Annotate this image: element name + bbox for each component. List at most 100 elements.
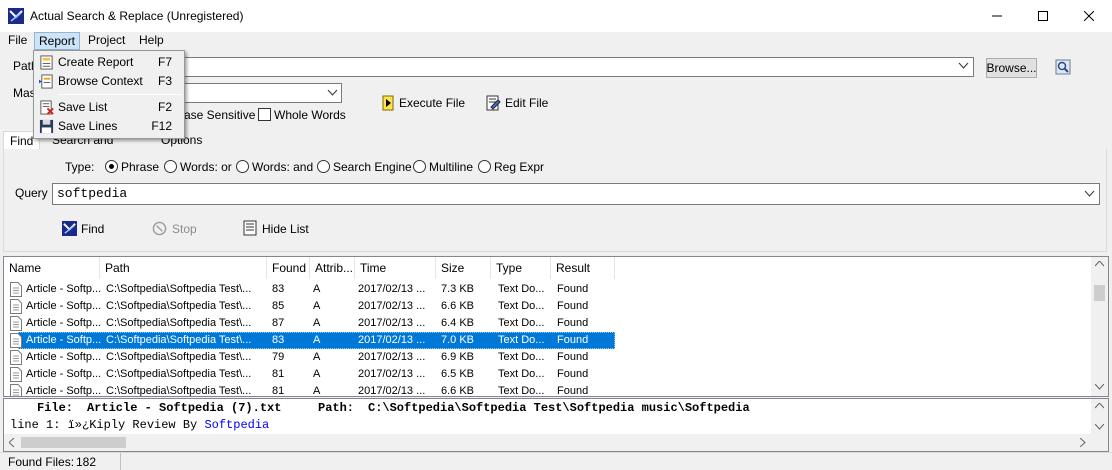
results-list[interactable]: Name Path Found Attrib... Time Size Type… xyxy=(3,256,1109,397)
radio-words-or-label[interactable]: Words: or xyxy=(180,160,232,174)
edit-file-icon[interactable] xyxy=(485,95,501,111)
menu-report[interactable]: Report xyxy=(34,32,81,50)
mask-dropdown-chevron-icon[interactable] xyxy=(327,89,338,97)
floppy-disk-icon xyxy=(39,119,54,134)
execute-file-icon[interactable] xyxy=(380,95,396,111)
menu-item-save-list[interactable]: Save List F2 xyxy=(36,98,182,117)
table-row[interactable]: Article - Softp... C:\Softpedia\Softpedia… xyxy=(4,298,1091,315)
minimize-icon xyxy=(992,15,1002,17)
radio-reg-expr-label[interactable]: Reg Expr xyxy=(494,160,544,174)
stop-button[interactable]: Stop xyxy=(172,222,197,236)
case-sensitive-label[interactable]: ase Sensitive xyxy=(184,108,255,122)
find-icon[interactable] xyxy=(62,221,77,236)
radio-words-or[interactable] xyxy=(164,160,177,173)
window-title: Actual Search & Replace (Unregistered) xyxy=(30,9,244,23)
browse-button[interactable]: Browse... xyxy=(986,58,1037,78)
table-cell-name: Article - Softp... xyxy=(26,351,102,363)
column-header-result[interactable]: Result xyxy=(551,257,615,279)
radio-search-engine[interactable] xyxy=(317,160,330,173)
radio-words-and[interactable] xyxy=(236,160,249,173)
preview-vertical-scrollbar[interactable] xyxy=(1091,399,1108,434)
column-header-type[interactable]: Type xyxy=(491,257,551,279)
table-row[interactable]: Article - Softp... C:\Softpedia\Softpedia… xyxy=(4,349,1091,366)
table-cell-time: 2017/02/13 ... xyxy=(358,334,426,346)
table-cell-path: C:\Softpedia\Softpedia Test\... xyxy=(106,334,252,346)
maximize-button[interactable] xyxy=(1020,0,1066,32)
whole-words-label[interactable]: Whole Words xyxy=(274,108,346,122)
table-cell-size: 7.0 KB xyxy=(441,334,475,346)
close-button[interactable] xyxy=(1066,0,1112,32)
table-row[interactable]: Article - Softp... C:\Softpedia\Softpedia… xyxy=(4,332,1091,349)
path-input[interactable] xyxy=(140,57,974,77)
table-cell-type: Text Do... xyxy=(498,334,545,346)
path-dropdown-chevron-icon[interactable] xyxy=(958,62,969,70)
report-menu-dropdown: Create Report F7 Browse Context F3 Save … xyxy=(33,50,185,139)
status-bar: Found Files: 182 xyxy=(0,452,1112,470)
status-divider xyxy=(120,453,121,470)
table-cell-result: Found xyxy=(557,385,589,397)
hide-list-button[interactable]: Hide List xyxy=(262,222,309,236)
table-cell-size: 6.9 KB xyxy=(441,351,475,363)
column-header-name[interactable]: Name xyxy=(4,257,100,279)
menu-file[interactable]: File xyxy=(4,32,31,50)
list-vertical-scrollbar[interactable] xyxy=(1091,257,1108,396)
radio-reg-expr[interactable] xyxy=(478,160,491,173)
table-row[interactable]: Article - Softp... C:\Softpedia\Softpedia… xyxy=(4,366,1091,383)
radio-multiline[interactable] xyxy=(413,160,426,173)
menu-item-save-lines[interactable]: Save Lines F12 xyxy=(36,117,182,136)
table-cell-time: 2017/02/13 ... xyxy=(358,368,426,380)
radio-multiline-label[interactable]: Multiline xyxy=(429,160,473,174)
table-cell-size: 6.5 KB xyxy=(441,368,475,380)
menu-project[interactable]: Project xyxy=(84,32,129,50)
stop-icon[interactable] xyxy=(152,221,167,236)
text-file-icon xyxy=(10,350,22,365)
table-cell-result: Found xyxy=(557,368,589,380)
table-cell-type: Text Do... xyxy=(498,368,545,380)
scroll-left-icon[interactable] xyxy=(9,438,15,447)
preview-scroll-up-icon[interactable] xyxy=(1095,403,1104,409)
find-button[interactable]: Find xyxy=(81,222,104,236)
table-cell-name: Article - Softp... xyxy=(26,283,102,295)
scroll-up-icon[interactable] xyxy=(1095,261,1104,267)
query-dropdown-chevron-icon[interactable] xyxy=(1084,190,1095,198)
text-file-icon xyxy=(10,316,22,331)
radio-words-and-label[interactable]: Words: and xyxy=(252,160,313,174)
scroll-thumb[interactable] xyxy=(1094,285,1105,301)
hide-list-icon[interactable] xyxy=(242,220,258,236)
column-header-found[interactable]: Found xyxy=(267,257,310,279)
scroll-right-icon[interactable] xyxy=(1080,438,1086,447)
radio-phrase[interactable] xyxy=(105,160,118,173)
minimize-button[interactable] xyxy=(974,0,1020,32)
column-header-attrib[interactable]: Attrib... xyxy=(310,257,355,279)
preview-scroll-down-icon[interactable] xyxy=(1095,424,1104,430)
found-files-label: Found Files: xyxy=(8,455,75,469)
column-header-path[interactable]: Path xyxy=(100,257,267,279)
table-row[interactable]: Article - Softp... C:\Softpedia\Softpedia… xyxy=(4,383,1091,397)
table-cell-type: Text Do... xyxy=(498,351,545,363)
radio-phrase-label[interactable]: Phrase xyxy=(121,160,159,174)
table-row[interactable]: Article - Softp... C:\Softpedia\Softpedia… xyxy=(4,281,1091,298)
menu-help[interactable]: Help xyxy=(135,32,168,50)
mask-input[interactable] xyxy=(160,83,342,103)
preview-horizontal-scrollbar[interactable] xyxy=(4,434,1108,451)
create-report-label: Create Report xyxy=(58,55,134,69)
table-cell-path: C:\Softpedia\Softpedia Test\... xyxy=(106,317,252,329)
search-settings-icon[interactable] xyxy=(1055,59,1071,75)
preview-hscroll-thumb[interactable] xyxy=(21,437,126,448)
whole-words-checkbox[interactable] xyxy=(258,108,271,121)
edit-file-label[interactable]: Edit File xyxy=(505,96,548,110)
create-report-icon xyxy=(40,55,53,70)
menu-item-browse-context[interactable]: Browse Context F3 xyxy=(36,72,182,91)
table-cell-found: 81 xyxy=(272,368,285,380)
scroll-down-icon[interactable] xyxy=(1095,384,1104,390)
column-header-time[interactable]: Time xyxy=(355,257,436,279)
table-cell-name: Article - Softp... xyxy=(26,334,102,346)
column-header-size[interactable]: Size xyxy=(436,257,491,279)
execute-file-label[interactable]: Execute File xyxy=(399,96,465,110)
app-icon xyxy=(8,8,24,24)
menu-item-create-report[interactable]: Create Report F7 xyxy=(36,53,182,72)
radio-search-engine-label[interactable]: Search Engine xyxy=(333,160,412,174)
query-input[interactable]: softpedia xyxy=(52,183,1100,205)
table-row[interactable]: Article - Softp... C:\Softpedia\Softpedia… xyxy=(4,315,1091,332)
table-cell-type: Text Do... xyxy=(498,385,545,397)
